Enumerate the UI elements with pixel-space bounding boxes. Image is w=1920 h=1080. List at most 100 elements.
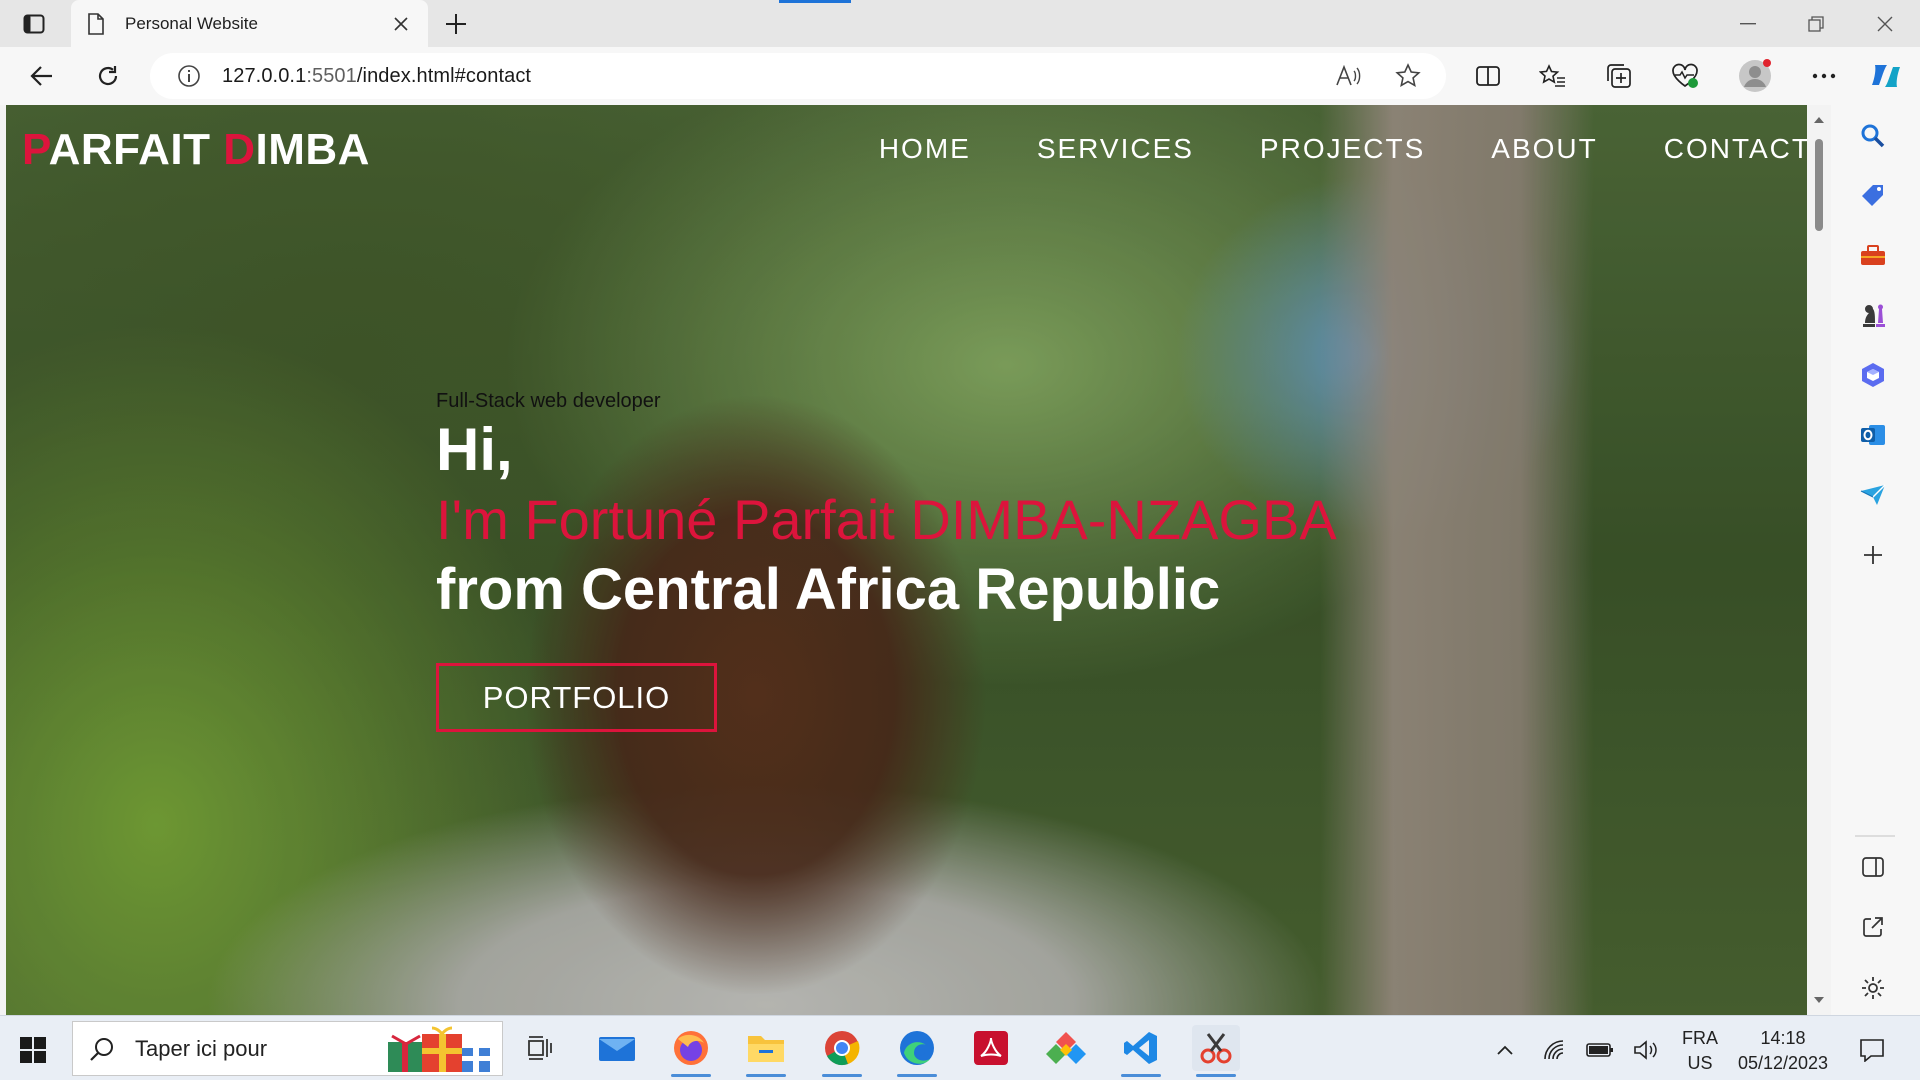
page-scrollbar[interactable] xyxy=(1807,105,1831,1015)
search-icon xyxy=(89,1036,119,1062)
hero-content: Full-Stack web developer Hi, I'm Fortuné… xyxy=(436,390,1337,732)
sidebar-drop-button[interactable] xyxy=(1856,478,1890,512)
back-button[interactable] xyxy=(24,59,60,93)
profile-avatar[interactable] xyxy=(1737,59,1773,93)
snipping-tool-app[interactable] xyxy=(1192,1025,1240,1077)
acrobat-app[interactable] xyxy=(967,1025,1015,1071)
restore-button[interactable] xyxy=(1781,0,1851,47)
browser-essentials-button[interactable] xyxy=(1667,59,1703,93)
nav-services[interactable]: SERVICES xyxy=(1037,133,1194,165)
external-link-icon xyxy=(1863,917,1883,937)
refresh-button[interactable] xyxy=(90,59,126,93)
favorite-star-button[interactable] xyxy=(1390,59,1426,93)
mail-app[interactable] xyxy=(593,1025,641,1071)
vscode-app[interactable] xyxy=(1117,1025,1165,1077)
copilot-button[interactable] xyxy=(1868,59,1904,93)
gift-boxes-icon xyxy=(388,1024,492,1074)
firefox-app[interactable] xyxy=(667,1025,715,1077)
nav-home[interactable]: HOME xyxy=(879,133,971,165)
page-icon xyxy=(87,12,107,35)
site-info-icon[interactable] xyxy=(174,64,204,88)
more-options-button[interactable] xyxy=(1806,59,1842,93)
outlook-icon xyxy=(1861,425,1885,445)
sidebar-open-external-button[interactable] xyxy=(1856,910,1890,944)
new-tab-button[interactable] xyxy=(441,10,471,38)
toolbox-icon xyxy=(1861,245,1885,265)
wifi-icon xyxy=(1544,1040,1564,1060)
start-button[interactable] xyxy=(16,1033,50,1067)
search-placeholder: Taper ici pour xyxy=(135,1035,268,1061)
input-language-indicator[interactable]: FRA US xyxy=(1668,1026,1732,1076)
collections-icon xyxy=(1607,64,1631,88)
hero-greeting: Hi, xyxy=(436,416,513,483)
chrome-app[interactable] xyxy=(818,1025,866,1077)
plus-icon xyxy=(446,14,466,34)
vscode-icon xyxy=(1124,1032,1157,1064)
microsoft-365-icon xyxy=(1862,363,1884,387)
sidebar-outlook-button[interactable] xyxy=(1856,418,1890,452)
site-logo[interactable]: PARFAIT DIMBA xyxy=(22,125,370,175)
clock-time: 14:18 xyxy=(1760,1028,1806,1048)
split-screen-button[interactable] xyxy=(1470,59,1506,93)
scroll-down-icon[interactable] xyxy=(1807,993,1831,1007)
tab-personal-website[interactable]: Personal Website xyxy=(71,0,428,47)
read-aloud-button[interactable] xyxy=(1330,59,1366,93)
portfolio-button[interactable]: PORTFOLIO xyxy=(436,663,717,732)
send-drop-icon xyxy=(1860,484,1886,505)
hero-subtitle: Full-Stack web developer xyxy=(436,390,661,412)
battery-status[interactable] xyxy=(1583,1030,1617,1070)
minimize-icon xyxy=(1740,22,1756,24)
folder-icon xyxy=(748,1036,784,1062)
hero-name: I'm Fortuné Parfait DIMBA-NZAGBA xyxy=(436,488,1337,551)
task-view-icon xyxy=(528,1036,552,1060)
sidebar-search-button[interactable] xyxy=(1856,119,1890,153)
sidebar-add-button[interactable] xyxy=(1856,538,1890,572)
address-bar[interactable]: 127.0.0.1:5501/index.html#contact xyxy=(150,53,1446,99)
scroll-thumb[interactable] xyxy=(1815,139,1823,231)
edge-sidebar xyxy=(1831,105,1920,1015)
scroll-up-icon[interactable] xyxy=(1807,113,1831,127)
windows-logo-icon xyxy=(20,1037,46,1063)
search-icon xyxy=(1861,124,1885,148)
tab-actions-button[interactable] xyxy=(14,10,54,38)
clock-date: 05/12/2023 xyxy=(1737,1053,1829,1073)
taskbar-search-box[interactable]: Taper ici pour xyxy=(72,1021,503,1076)
sidebar-tools-button[interactable] xyxy=(1856,238,1890,272)
close-window-button[interactable] xyxy=(1850,0,1920,47)
notifications-button[interactable] xyxy=(1852,1030,1892,1070)
chevron-up-icon xyxy=(1497,1045,1513,1055)
nav-contact[interactable]: CONTACT xyxy=(1664,133,1811,165)
speaker-icon xyxy=(1634,1040,1657,1060)
network-status[interactable] xyxy=(1537,1030,1571,1070)
nav-projects[interactable]: PROJECTS xyxy=(1260,133,1425,165)
sidebar-shopping-button[interactable] xyxy=(1856,178,1890,212)
notification-icon xyxy=(1860,1039,1884,1062)
git-app[interactable] xyxy=(1042,1025,1090,1071)
show-hidden-icons-button[interactable] xyxy=(1490,1030,1520,1070)
back-arrow-icon xyxy=(30,66,52,86)
favorites-icon xyxy=(1539,64,1565,87)
taskbar-clock[interactable]: 14:18 05/12/2023 xyxy=(1730,1026,1836,1076)
sidebar-games-button[interactable] xyxy=(1856,298,1890,332)
nav-about[interactable]: ABOUT xyxy=(1491,133,1597,165)
heart-pulse-icon xyxy=(1672,63,1698,88)
sidebar-m365-button[interactable] xyxy=(1856,358,1890,392)
plus-icon xyxy=(1864,546,1882,564)
close-tab-icon[interactable] xyxy=(390,13,412,35)
sidebar-settings-button[interactable] xyxy=(1856,971,1890,1005)
task-view-button[interactable] xyxy=(515,1025,563,1071)
close-icon xyxy=(1877,16,1893,31)
edge-icon xyxy=(900,1031,934,1065)
volume-control[interactable] xyxy=(1629,1030,1663,1070)
sidebar-hide-button[interactable] xyxy=(1856,850,1890,884)
favorites-button[interactable] xyxy=(1535,59,1571,93)
edge-app[interactable] xyxy=(893,1025,941,1077)
main-nav: HOME SERVICES PROJECTS ABOUT CONTACT xyxy=(813,133,1811,165)
file-explorer-app[interactable] xyxy=(742,1025,790,1077)
collections-button[interactable] xyxy=(1601,59,1637,93)
gear-icon xyxy=(1862,977,1884,999)
tab-title: Personal Website xyxy=(125,13,258,33)
split-screen-icon xyxy=(1476,66,1500,86)
minimize-button[interactable] xyxy=(1713,0,1783,47)
copilot-icon xyxy=(1872,65,1900,87)
